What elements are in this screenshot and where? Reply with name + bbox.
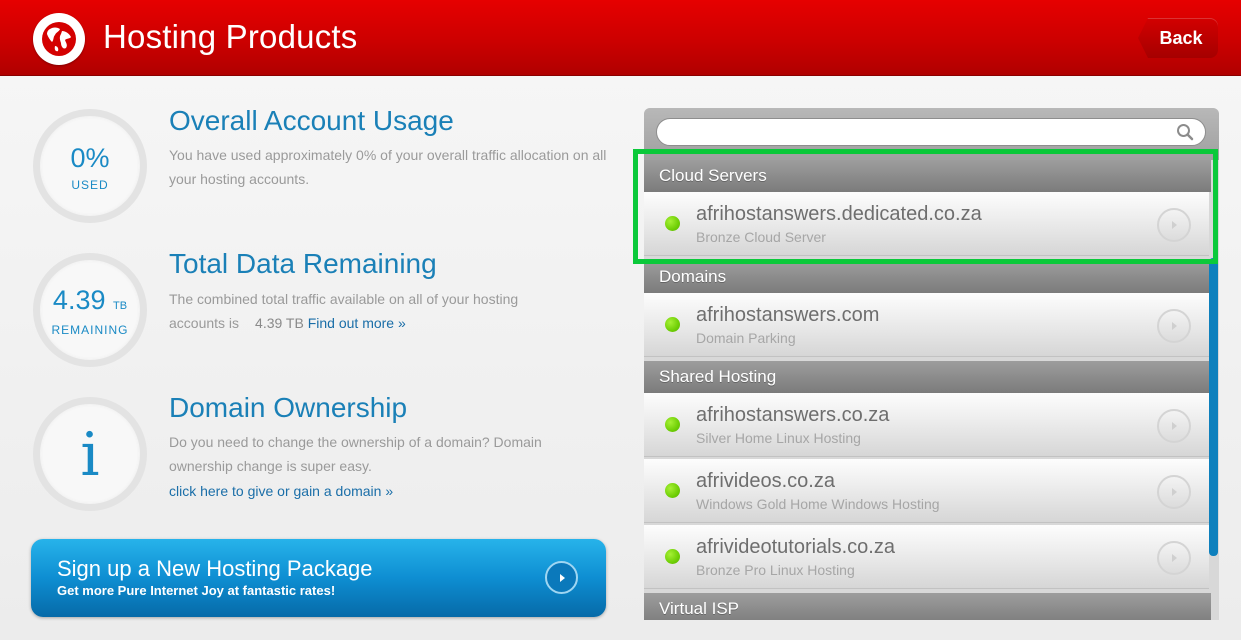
product-item[interactable]: afrivideotutorials.co.za Bronze Pro Linu…: [644, 525, 1209, 589]
product-item[interactable]: afrihostanswers.dedicated.co.za Bronze C…: [644, 192, 1209, 256]
usage-ring: 0% USED: [33, 109, 147, 223]
back-button[interactable]: Back: [1138, 18, 1218, 58]
product-plan: Bronze Pro Linux Hosting: [696, 562, 855, 578]
remaining-value: 4.39 TB: [40, 285, 140, 316]
chevron-right-icon[interactable]: [1157, 541, 1191, 575]
search-input[interactable]: [656, 118, 1206, 146]
usage-text: You have used approximately 0% of your o…: [169, 147, 607, 187]
info-icon: i: [80, 420, 100, 490]
chevron-right-icon[interactable]: [1157, 309, 1191, 343]
status-active-icon: [665, 483, 680, 498]
product-plan: Windows Gold Home Windows Hosting: [696, 496, 940, 512]
group-header-virtual-isp: Virtual ISP: [644, 593, 1211, 620]
chevron-right-icon[interactable]: [1157, 409, 1191, 443]
usage-title: Overall Account Usage: [169, 105, 454, 136]
product-name: afrivideotutorials.co.za: [696, 536, 895, 558]
signup-sub: Get more Pure Internet Joy at fantastic …: [57, 583, 336, 598]
search-bar: [644, 108, 1219, 160]
signup-hosting-button[interactable]: Sign up a New Hosting Package Get more P…: [31, 539, 606, 617]
remaining-text: The combined total traffic available on …: [169, 287, 569, 335]
usage-value: 0%: [70, 143, 110, 173]
status-active-icon: [665, 216, 680, 231]
signup-title: Sign up a New Hosting Package: [57, 556, 373, 581]
product-name: afrihostanswers.co.za: [696, 404, 890, 426]
chevron-right-icon: [545, 561, 578, 594]
products-panel: Cloud Servers afrihostanswers.dedicated.…: [644, 108, 1219, 620]
group-header-domains: Domains: [644, 261, 1211, 293]
product-name: afrihostanswers.dedicated.co.za: [696, 203, 982, 225]
remaining-unit: TB: [113, 300, 128, 312]
app-header: Hosting Products Back: [0, 0, 1241, 76]
page-title: Hosting Products: [103, 18, 358, 55]
status-active-icon: [665, 317, 680, 332]
status-active-icon: [665, 549, 680, 564]
ownership-text: Do you need to change the ownership of a…: [169, 434, 542, 474]
ownership-ring: i: [33, 397, 147, 511]
find-out-more-link[interactable]: Find out more »: [308, 315, 406, 331]
chevron-right-icon[interactable]: [1157, 475, 1191, 509]
remaining-ring: 4.39 TB REMAINING: [33, 253, 147, 367]
product-plan: Domain Parking: [696, 330, 796, 346]
product-item[interactable]: afrihostanswers.com Domain Parking: [644, 293, 1209, 357]
ownership-title: Domain Ownership: [169, 392, 408, 423]
product-plan: Silver Home Linux Hosting: [696, 430, 861, 446]
remaining-amount: 4.39 TB: [255, 315, 304, 331]
globe-icon: [33, 13, 85, 65]
product-plan: Bronze Cloud Server: [696, 229, 826, 245]
product-name: afrivideos.co.za: [696, 470, 835, 492]
search-icon[interactable]: [1176, 123, 1194, 141]
remaining-number: 4.39: [52, 285, 106, 315]
chevron-right-icon[interactable]: [1157, 208, 1191, 242]
product-item[interactable]: afrihostanswers.co.za Silver Home Linux …: [644, 393, 1209, 457]
give-gain-domain-link[interactable]: click here to give or gain a domain »: [169, 479, 609, 503]
remaining-sub: REMAINING: [51, 323, 129, 337]
list-scrollbar[interactable]: [1209, 258, 1218, 556]
product-name: afrihostanswers.com: [696, 304, 880, 326]
group-header-cloud-servers: Cloud Servers: [644, 160, 1211, 192]
status-active-icon: [665, 417, 680, 432]
product-item[interactable]: afrivideos.co.za Windows Gold Home Windo…: [644, 459, 1209, 523]
remaining-title: Total Data Remaining: [169, 248, 437, 279]
usage-sub: USED: [71, 178, 109, 192]
group-header-shared-hosting: Shared Hosting: [644, 361, 1211, 393]
